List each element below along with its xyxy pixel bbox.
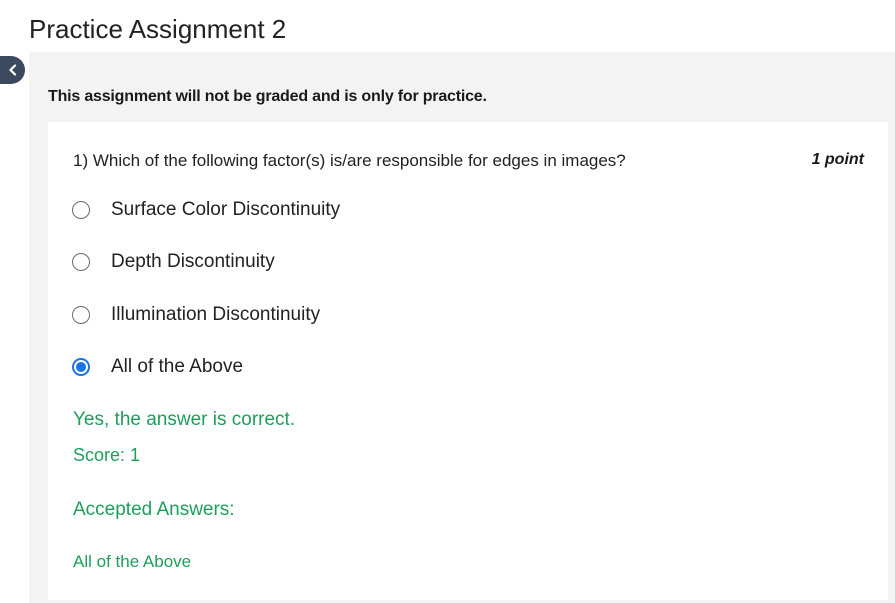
question-text: 1) Which of the following factor(s) is/a… [73, 151, 626, 170]
practice-notice: This assignment will not be graded and i… [48, 88, 487, 105]
option-label: Illumination Discontinuity [111, 304, 321, 325]
option-illumination[interactable]: Illumination Discontinuity [72, 304, 320, 326]
option-label: All of the Above [111, 356, 244, 377]
page-title: Practice Assignment 2 [29, 14, 287, 44]
radio-button[interactable] [72, 253, 90, 271]
question-points: 1 point [811, 151, 864, 168]
radio-button[interactable] [72, 201, 90, 219]
feedback-result: Yes, the answer is correct. [73, 409, 296, 430]
option-label: Depth Discontinuity [111, 251, 275, 272]
chevron-left-icon [8, 64, 18, 76]
assignment-page: Practice Assignment 2 This assignment wi… [0, 0, 895, 603]
radio-button[interactable] [72, 306, 90, 324]
accepted-answer: All of the Above [73, 552, 192, 571]
question-card: 1) Which of the following factor(s) is/a… [48, 122, 888, 600]
option-label: Surface Color Discontinuity [111, 199, 341, 220]
option-surface-color[interactable]: Surface Color Discontinuity [72, 199, 340, 221]
accepted-answers-heading: Accepted Answers: [73, 499, 235, 520]
back-button[interactable] [0, 56, 25, 84]
radio-button-selected[interactable] [72, 358, 90, 376]
option-all-of-the-above[interactable]: All of the Above [72, 356, 243, 378]
option-depth[interactable]: Depth Discontinuity [72, 251, 275, 273]
feedback-score: Score: 1 [73, 445, 141, 465]
